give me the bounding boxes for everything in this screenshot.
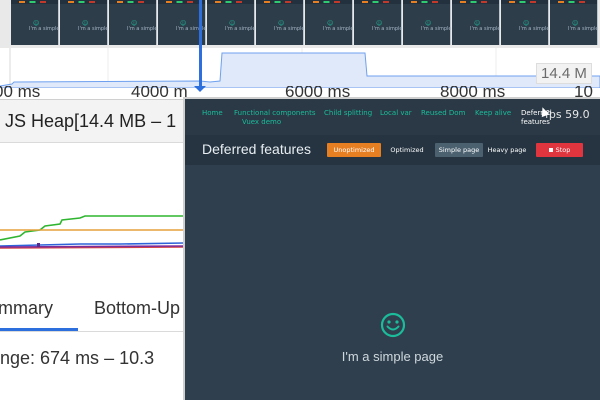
- frame-buttons: [411, 1, 441, 3]
- ruler-tick-label: 00 ms: [0, 86, 41, 100]
- frame-buttons: [68, 1, 98, 3]
- stop-icon: [548, 148, 553, 152]
- frame-buttons: [264, 1, 294, 3]
- nav-functional-components[interactable]: Functional components: [234, 109, 315, 117]
- filmstrip-frame[interactable]: ☺I'm a simple page: [452, 0, 515, 45]
- frame-buttons: [460, 1, 490, 3]
- gc-marker: [37, 243, 40, 247]
- nav-local-var[interactable]: Local var: [380, 109, 412, 117]
- frame-buttons: [215, 1, 245, 3]
- stop-button-label: Stop: [555, 146, 571, 154]
- counters-header: JS Heap[14.4 MB – 1: [0, 100, 184, 143]
- frame-buttons: [117, 1, 147, 3]
- filmstrip-frame[interactable]: ☺I'm a simple page: [550, 0, 600, 45]
- gpu-line: [0, 245, 185, 248]
- filmstrip: ☺ I'm a simple page ☺ I'm a simple page ☺ I'm…: [0, 0, 600, 48]
- nodes-line: [0, 215, 184, 241]
- app-window: Home Functional components Child splitti…: [185, 99, 600, 400]
- filmstrip-frame[interactable]: ☺I'm a simple page: [11, 0, 74, 45]
- tab-summary[interactable]: mmary: [0, 298, 53, 319]
- memory-value-label: 14.4 M: [536, 63, 592, 84]
- filmstrip-frame[interactable]: ☺I'm a simple page: [501, 0, 564, 45]
- filmstrip-frame[interactable]: ☺I'm a simple page: [305, 0, 368, 45]
- unoptimized-button[interactable]: Unoptimized: [327, 143, 381, 157]
- ruler-tick-label: 4000 m: [131, 86, 188, 100]
- frame-buttons: [362, 1, 392, 3]
- filmstrip-frame[interactable]: ☺I'm a simple page: [109, 0, 172, 45]
- nav-keep-alive[interactable]: Keep alive: [475, 109, 511, 117]
- frame-buttons: [166, 1, 196, 3]
- filmstrip-frame[interactable]: ☺I'm a simple page: [256, 0, 319, 45]
- page-title: Deferred features: [202, 141, 311, 157]
- js-heap-label: JS Heap[14.4 MB – 1: [5, 111, 177, 131]
- memory-overview-chart: [0, 48, 600, 88]
- filmstrip-frame[interactable]: ☺I'm a simple page: [207, 0, 270, 45]
- details-tabs: mmary Bottom-Up: [0, 285, 184, 332]
- memory-overview[interactable]: [0, 48, 600, 88]
- range-text: nge: 674 ms – 10.3: [0, 348, 155, 368]
- counters-graph-svg: [0, 215, 185, 249]
- frame-buttons: [313, 1, 343, 3]
- app-toolbar: Deferred features Unoptimized Optimized …: [185, 135, 600, 165]
- optimized-button[interactable]: Optimized: [387, 143, 427, 157]
- simple-page-button[interactable]: Simple page: [435, 143, 483, 157]
- nav-vuex-demo[interactable]: Vuex demo: [242, 118, 281, 126]
- app-nav: Home Functional components Child splitti…: [185, 99, 600, 135]
- nav-home[interactable]: Home: [202, 109, 223, 117]
- counters-graph: [0, 143, 185, 263]
- frame-buttons: [509, 1, 539, 3]
- heavy-page-button[interactable]: Heavy page: [485, 143, 529, 157]
- filmstrip-frame[interactable]: ☺I'm a simple page: [403, 0, 466, 45]
- frame-caption: I'm a simple page: [568, 26, 600, 32]
- filmstrip-frame[interactable]: ☺I'm a simple page: [60, 0, 123, 45]
- tab-bottom-up[interactable]: Bottom-Up: [94, 298, 180, 319]
- frame-buttons: [19, 1, 49, 3]
- nav-reused-dom[interactable]: Reused Dom: [421, 109, 465, 117]
- active-tab-indicator: [0, 328, 78, 331]
- frame-buttons: [558, 1, 588, 3]
- simple-page-message: I'm a simple page: [341, 349, 444, 364]
- smiley-icon: [380, 312, 406, 338]
- playhead-marker[interactable]: [199, 0, 202, 90]
- nav-child-splitting[interactable]: Child splitting: [324, 109, 372, 117]
- fps-counter: fps 59.0: [545, 108, 590, 121]
- filmstrip-frame[interactable]: ☺I'm a simple page: [354, 0, 417, 45]
- stop-button[interactable]: Stop: [536, 143, 583, 157]
